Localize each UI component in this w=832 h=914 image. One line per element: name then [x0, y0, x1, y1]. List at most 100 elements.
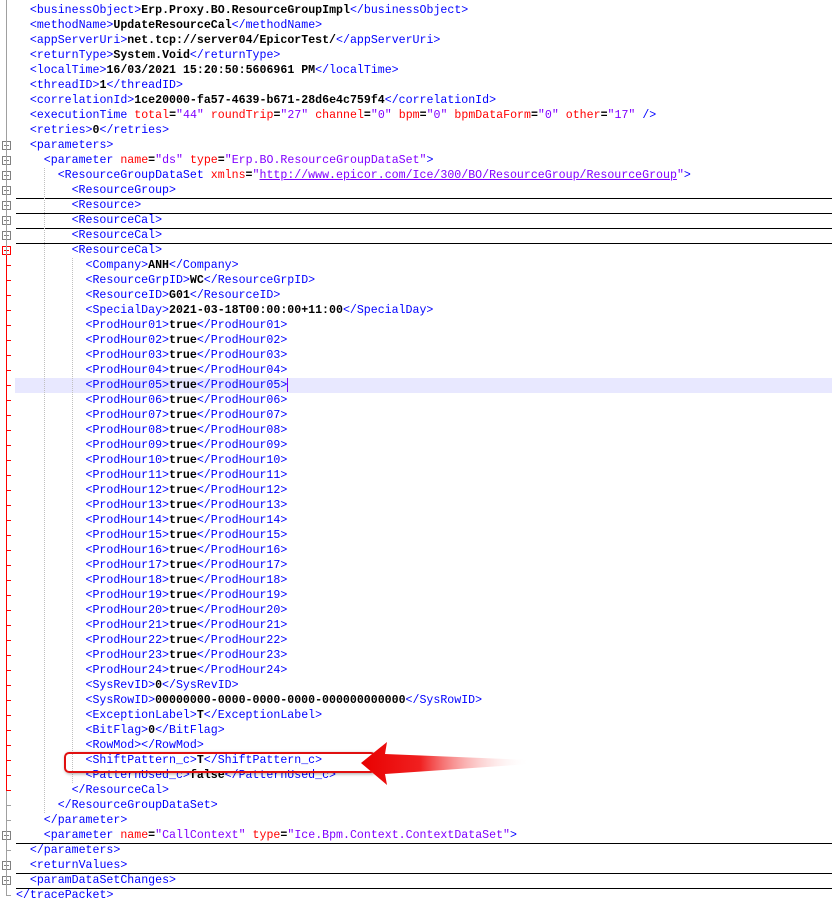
- xml-tag: </ResourceID>: [189, 289, 281, 302]
- xml-line[interactable]: <Resource>: [16, 198, 832, 214]
- xml-line[interactable]: </parameter>: [16, 813, 832, 828]
- xml-line[interactable]: <ProdHour17>true</ProdHour17>: [16, 558, 832, 573]
- xml-line[interactable]: <ResourceGrpID>WC</ResourceGrpID>: [16, 273, 832, 288]
- xml-line[interactable]: <methodName>UpdateResourceCal</methodNam…: [16, 18, 832, 33]
- xml-tag: </ProdHour15>: [196, 529, 288, 542]
- xml-tag: </BitFlag>: [155, 724, 225, 737]
- xml-line[interactable]: <ProdHour12>true</ProdHour12>: [16, 483, 832, 498]
- xml-text: true: [169, 589, 197, 602]
- xml-line[interactable]: <Company>ANH</Company>: [16, 258, 832, 273]
- xml-line[interactable]: </ResourceGroupDataSet>: [16, 798, 832, 813]
- xml-text: true: [169, 334, 197, 347]
- xml-tag: </ProdHour18>: [196, 574, 288, 587]
- xml-tag: </ProdHour11>: [196, 469, 288, 482]
- xml-line[interactable]: <ResourceCal>: [16, 213, 832, 229]
- xml-line[interactable]: <retries>0</retries>: [16, 123, 832, 138]
- xml-line[interactable]: <ProdHour02>true</ProdHour02>: [16, 333, 832, 348]
- xml-tag: <methodName>: [29, 19, 114, 32]
- xml-line[interactable]: <parameter name="ds" type="Erp.BO.Resour…: [16, 153, 832, 168]
- xml-tag: <executionTime: [29, 109, 135, 122]
- xml-line[interactable]: <ProdHour01>true</ProdHour01>: [16, 318, 832, 333]
- xml-attribute: name: [120, 154, 149, 167]
- xml-line[interactable]: <ProdHour18>true</ProdHour18>: [16, 573, 832, 588]
- xml-line[interactable]: </tracePacket>: [16, 888, 832, 903]
- xml-tag: </ProdHour08>: [196, 424, 288, 437]
- xml-line[interactable]: <ProdHour19>true</ProdHour19>: [16, 588, 832, 603]
- xml-line[interactable]: <ProdHour14>true</ProdHour14>: [16, 513, 832, 528]
- xml-line[interactable]: <ProdHour03>true</ProdHour03>: [16, 348, 832, 363]
- xml-tag: <ProdHour13>: [85, 499, 170, 512]
- xml-line[interactable]: <ProdHour08>true</ProdHour08>: [16, 423, 832, 438]
- xml-namespace-link[interactable]: http://www.epicor.com/Ice/300/BO/Resourc…: [259, 169, 676, 182]
- xml-attribute-value: "0": [370, 109, 399, 122]
- xml-tag: >: [426, 154, 434, 167]
- xml-tag: </ProdHour02>: [196, 334, 288, 347]
- xml-line[interactable]: </parameters>: [16, 843, 832, 858]
- xml-line[interactable]: <ResourceCal>: [16, 228, 832, 244]
- xml-line[interactable]: <parameters>: [16, 138, 832, 153]
- xml-tag: </RowMod>: [141, 739, 204, 752]
- xml-text: =: [419, 109, 427, 122]
- xml-line[interactable]: <SysRowID>00000000-0000-0000-0000-000000…: [16, 693, 832, 708]
- xml-text: true: [169, 349, 197, 362]
- xml-line[interactable]: <appServerUri>net.tcp://server04/EpicorT…: [16, 33, 832, 48]
- xml-text: 00000000-0000-0000-0000-000000000000: [155, 694, 406, 707]
- xml-text: true: [169, 424, 197, 437]
- xml-tag: <ProdHour07>: [85, 409, 170, 422]
- xml-line[interactable]: <paramDataSetChanges>: [16, 873, 832, 889]
- xml-line[interactable]: <ProdHour06>true</ProdHour06>: [16, 393, 832, 408]
- xml-line[interactable]: <ProdHour21>true</ProdHour21>: [16, 618, 832, 633]
- xml-line[interactable]: <SysRevID>0</SysRevID>: [16, 678, 832, 693]
- xml-line[interactable]: <SpecialDay>2021-03-18T00:00:00+11:00</S…: [16, 303, 832, 318]
- xml-tag: <ProdHour20>: [85, 604, 170, 617]
- xml-line[interactable]: <correlationId>1ce20000-fa57-4639-b671-2…: [16, 93, 832, 108]
- xml-line[interactable]: <ProdHour23>true</ProdHour23>: [16, 648, 832, 663]
- callout-box: [64, 752, 376, 773]
- xml-tag: </correlationId>: [384, 94, 497, 107]
- xml-line[interactable]: <ResourceID>G01</ResourceID>: [16, 288, 832, 303]
- xml-tag: <ProdHour03>: [85, 349, 170, 362]
- xml-line[interactable]: <ProdHour09>true</ProdHour09>: [16, 438, 832, 453]
- xml-tag: <SysRowID>: [85, 694, 156, 707]
- xml-line[interactable]: <returnValues>: [16, 858, 832, 874]
- xml-tag: </ProdHour17>: [196, 559, 288, 572]
- xml-line[interactable]: <localTime>16/03/2021 15:20:50:5606961 P…: [16, 63, 832, 78]
- xml-line[interactable]: <ResourceGroupDataSet xmlns= "http://www.…: [16, 168, 832, 183]
- xml-line[interactable]: <ProdHour15>true</ProdHour15>: [16, 528, 832, 543]
- xml-line[interactable]: <businessObject>Erp.Proxy.BO.ResourceGro…: [16, 3, 832, 18]
- xml-line[interactable]: <ProdHour24>true</ProdHour24>: [16, 663, 832, 678]
- xml-tag: <ProdHour19>: [85, 589, 170, 602]
- xml-line[interactable]: <ExceptionLabel>T</ExceptionLabel>: [16, 708, 832, 723]
- xml-tag: <parameters>: [29, 139, 114, 152]
- xml-line[interactable]: <ProdHour16>true</ProdHour16>: [16, 543, 832, 558]
- xml-line[interactable]: <ProdHour10>true</ProdHour10>: [16, 453, 832, 468]
- xml-tag: </localTime>: [315, 64, 399, 77]
- xml-line[interactable]: <returnType>System.Void</returnType>: [16, 48, 832, 63]
- xml-line[interactable]: <ProdHour20>true</ProdHour20>: [16, 603, 832, 618]
- xml-line[interactable]: <ProdHour22>true</ProdHour22>: [16, 633, 832, 648]
- xml-tag: </ProdHour01>: [196, 319, 288, 332]
- xml-line[interactable]: <ProdHour07>true</ProdHour07>: [16, 408, 832, 423]
- xml-tag: </Company>: [169, 259, 239, 272]
- xml-line[interactable]: <ProdHour11>true</ProdHour11>: [16, 468, 832, 483]
- xml-text: Erp.Proxy.BO.ResourceGroupImpl: [141, 4, 350, 17]
- xml-line[interactable]: <ProdHour13>true</ProdHour13>: [16, 498, 832, 513]
- xml-attribute-value: "27": [280, 109, 316, 122]
- xml-line[interactable]: <parameter name="CallContext" type="Ice.…: [16, 828, 832, 844]
- xml-tag: </ProdHour24>: [196, 664, 288, 677]
- xml-text: 16/03/2021 15:20:50:5606961 PM: [106, 64, 316, 77]
- xml-tag: <BitFlag>: [85, 724, 149, 737]
- xml-line[interactable]: <ResourceCal>: [16, 243, 832, 258]
- xml-tag: <paramDataSetChanges>: [29, 874, 176, 887]
- xml-text: G01: [169, 289, 190, 302]
- xml-tag: </methodName>: [231, 19, 323, 32]
- xml-line[interactable]: <threadID>1</threadID>: [16, 78, 832, 93]
- xml-line[interactable]: <ProdHour04>true</ProdHour04>: [16, 363, 832, 378]
- xml-tag: </retries>: [99, 124, 170, 137]
- xml-line[interactable]: <ResourceGroup>: [16, 183, 832, 199]
- xml-attribute-value: "17": [607, 109, 643, 122]
- xml-line[interactable]: <ProdHour05>true</ProdHour05>: [15, 378, 832, 393]
- xml-line[interactable]: <BitFlag>0</BitFlag>: [16, 723, 832, 738]
- xml-line[interactable]: <executionTime total="44" roundTrip="27"…: [16, 108, 832, 123]
- xml-attribute-value: "Ice.Bpm.Context.ContextDataSet": [287, 829, 510, 842]
